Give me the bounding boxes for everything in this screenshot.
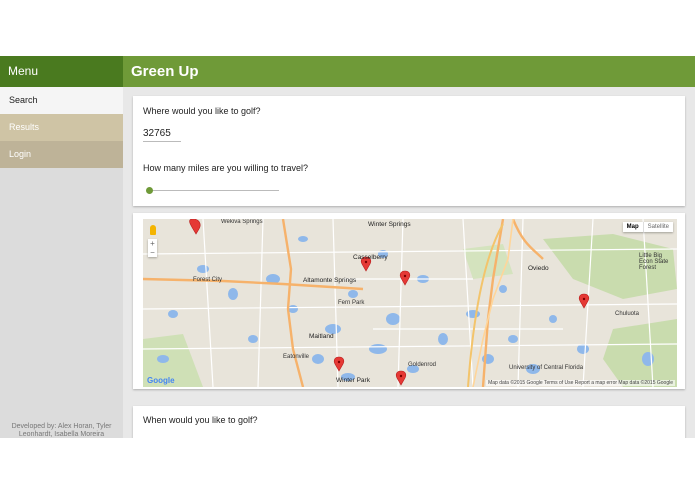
zip-input[interactable]: 32765 bbox=[143, 128, 181, 142]
map-card: + − Map Satellite Wekiva Springs Winter … bbox=[133, 213, 685, 389]
developer-credits: Developed by: Alex Horan, Tyler Leonhard… bbox=[11, 423, 112, 438]
street-view-pegman-icon[interactable] bbox=[150, 225, 156, 235]
place-label: Wekiva Springs bbox=[221, 219, 263, 225]
zoom-control: + − bbox=[148, 239, 157, 257]
map-type-satellite-button[interactable]: Satellite bbox=[642, 222, 673, 232]
sidebar-item-login[interactable]: Login bbox=[0, 141, 123, 168]
top-bar: Green Up bbox=[123, 56, 695, 87]
map-type-control: Map Satellite bbox=[622, 222, 673, 232]
place-label: Winter Park bbox=[336, 377, 370, 384]
place-label: Oviedo bbox=[528, 265, 549, 272]
search-card: Where would you like to golf? 32765 How … bbox=[133, 96, 685, 206]
zip-question: Where would you like to golf? bbox=[143, 106, 261, 116]
menu-header: Menu bbox=[0, 56, 123, 87]
when-card: When would you like to golf? bbox=[133, 406, 685, 438]
sidebar-item-search[interactable]: Search bbox=[0, 87, 123, 114]
google-logo: Google bbox=[147, 376, 175, 385]
map-type-map-button[interactable]: Map bbox=[623, 222, 643, 232]
place-label: Little Big Econ State Forest bbox=[639, 253, 669, 271]
place-label: Eatonville bbox=[283, 354, 310, 360]
page-title: Green Up bbox=[131, 63, 199, 80]
place-label: Altamonte Springs bbox=[303, 277, 357, 284]
place-label: Maitland bbox=[309, 333, 334, 340]
place-label: Chuluota bbox=[615, 311, 640, 317]
when-question: When would you like to golf? bbox=[143, 415, 258, 425]
sidebar: Menu Search Results Login Developed by: … bbox=[0, 56, 123, 438]
place-label: Casselberry bbox=[353, 254, 388, 261]
zoom-in-button[interactable]: + bbox=[148, 239, 157, 248]
place-label: Winter Springs bbox=[368, 221, 411, 228]
app-shell: Menu Search Results Login Developed by: … bbox=[0, 56, 695, 438]
place-label: University of Central Florida bbox=[509, 365, 584, 371]
miles-slider[interactable] bbox=[146, 187, 279, 194]
map[interactable]: + − Map Satellite Wekiva Springs Winter … bbox=[143, 219, 677, 387]
miles-question: How many miles are you willing to travel… bbox=[143, 163, 309, 173]
slider-thumb[interactable] bbox=[146, 187, 153, 194]
sidebar-item-results[interactable]: Results bbox=[0, 114, 123, 141]
place-label: Goldenrod bbox=[408, 362, 437, 368]
place-label: Fern Park bbox=[338, 300, 365, 306]
place-label: Forest City bbox=[193, 277, 223, 283]
zoom-out-button[interactable]: − bbox=[148, 248, 157, 257]
map-attribution[interactable]: Map data ©2015 Google Terms of Use Repor… bbox=[486, 380, 675, 386]
